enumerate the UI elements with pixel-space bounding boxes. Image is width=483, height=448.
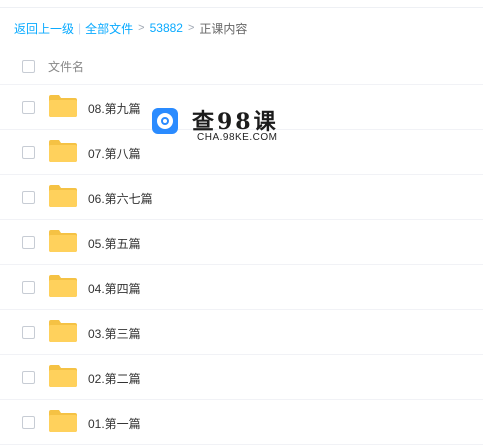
row-checkbox[interactable] bbox=[22, 146, 35, 159]
file-name[interactable]: 06.第六七篇 bbox=[88, 190, 153, 207]
column-header-filename[interactable]: 文件名 bbox=[48, 58, 84, 75]
watermark: 查98课 CHA.98KE.COM bbox=[152, 104, 282, 148]
file-name[interactable]: 02.第二篇 bbox=[88, 370, 141, 387]
watermark-logo-icon bbox=[152, 108, 178, 134]
select-all-checkbox[interactable] bbox=[22, 60, 35, 73]
current-folder: 正课内容 bbox=[199, 21, 248, 36]
file-name[interactable]: 07.第八篇 bbox=[88, 145, 141, 162]
file-name[interactable]: 04.第四篇 bbox=[88, 280, 141, 297]
file-name[interactable]: 03.第三篇 bbox=[88, 325, 141, 342]
folder-icon[interactable] bbox=[49, 95, 77, 117]
chevron-right-icon: > bbox=[187, 22, 195, 34]
row-checkbox[interactable] bbox=[22, 326, 35, 339]
table-header: 文件名 bbox=[0, 47, 483, 85]
folder-icon[interactable] bbox=[49, 185, 77, 207]
folder-icon[interactable] bbox=[49, 140, 77, 162]
table-row[interactable]: 01.第一篇 bbox=[0, 400, 483, 445]
folder-link[interactable]: 53882 bbox=[150, 21, 183, 35]
file-name[interactable]: 01.第一篇 bbox=[88, 415, 141, 432]
row-checkbox[interactable] bbox=[22, 371, 35, 384]
top-divider bbox=[0, 0, 483, 8]
table-row[interactable]: 06.第六七篇 bbox=[0, 175, 483, 220]
all-files-link[interactable]: 全部文件 bbox=[85, 20, 133, 37]
table-row[interactable]: 03.第三篇 bbox=[0, 310, 483, 355]
watermark-subtitle: CHA.98KE.COM bbox=[197, 132, 278, 143]
back-link[interactable]: 返回上一级 bbox=[14, 20, 74, 37]
row-checkbox[interactable] bbox=[22, 101, 35, 114]
file-name[interactable]: 05.第五篇 bbox=[88, 235, 141, 252]
breadcrumb: 返回上一级 | 全部文件 > 53882 > 正课内容 bbox=[14, 20, 247, 36]
folder-icon[interactable] bbox=[49, 275, 77, 297]
table-row[interactable]: 02.第二篇 bbox=[0, 355, 483, 400]
folder-icon[interactable] bbox=[49, 365, 77, 387]
table-row[interactable]: 05.第五篇 bbox=[0, 220, 483, 265]
row-checkbox[interactable] bbox=[22, 416, 35, 429]
row-checkbox[interactable] bbox=[22, 236, 35, 249]
folder-icon[interactable] bbox=[49, 410, 77, 432]
table-row[interactable]: 04.第四篇 bbox=[0, 265, 483, 310]
folder-icon[interactable] bbox=[49, 320, 77, 342]
folder-icon[interactable] bbox=[49, 230, 77, 252]
chevron-right-icon: > bbox=[138, 22, 145, 34]
breadcrumb-separator: | bbox=[78, 21, 82, 35]
file-name[interactable]: 08.第九篇 bbox=[88, 100, 141, 117]
row-checkbox[interactable] bbox=[22, 281, 35, 294]
row-checkbox[interactable] bbox=[22, 191, 35, 204]
